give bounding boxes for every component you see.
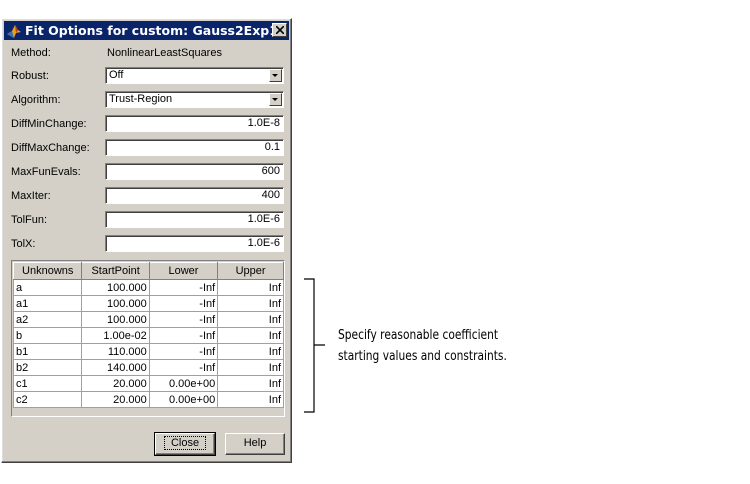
coefficient-table: Unknowns StartPoint Lower Upper a 100.00… [11,260,285,417]
annotation-line-2: starting values and constraints. [338,349,507,364]
title-bar[interactable]: Fit Options for custom: Gauss2Exp1 [4,21,289,40]
unknown-cell: b1 [12,343,83,360]
close-window-button[interactable] [272,23,287,37]
unknown-cell: a [12,279,83,296]
robust-label: Robust: [11,70,49,82]
startpoint-cell[interactable]: 20.000 [81,391,150,408]
table-row: b 1.00e-02 -Inf Inf [12,327,284,344]
close-button[interactable]: Close [154,432,216,456]
upper-cell[interactable]: Inf [217,327,284,344]
column-header-lower[interactable]: Lower [148,262,219,280]
unknown-cell: b [12,327,83,344]
unknown-cell: b2 [12,359,83,376]
startpoint-cell[interactable]: 110.000 [81,343,150,360]
unknown-cell: c1 [12,375,83,392]
matlab-logo-icon [7,25,21,38]
unknown-cell: a2 [12,311,83,328]
diffmaxchange-label: DiffMaxChange: [11,142,90,154]
upper-cell[interactable]: Inf [217,391,284,408]
upper-cell[interactable]: Inf [217,375,284,392]
lower-cell[interactable]: -Inf [148,311,219,328]
column-header-unknowns[interactable]: Unknowns [12,262,83,280]
close-button-label: Close [163,436,207,450]
algorithm-select[interactable]: Trust-Region [105,91,284,108]
startpoint-cell[interactable]: 100.000 [81,311,150,328]
algorithm-selected-value: Trust-Region [109,93,173,105]
upper-cell[interactable]: Inf [217,295,284,312]
lower-cell[interactable]: 0.00e+00 [148,391,219,408]
tolfun-field[interactable]: 1.0E-6 [105,211,284,228]
maxfunevals-label: MaxFunEvals: [11,166,81,178]
lower-cell[interactable]: -Inf [148,327,219,344]
tolx-field[interactable]: 1.0E-6 [105,235,284,252]
help-button[interactable]: Help [225,433,285,455]
robust-selected-value: Off [109,69,124,81]
table-row: b1 110.000 -Inf Inf [12,343,284,360]
close-icon [276,26,284,34]
upper-cell[interactable]: Inf [217,343,284,360]
diffminchange-field[interactable]: 1.0E-8 [105,115,284,132]
table-row: b2 140.000 -Inf Inf [12,359,284,376]
help-button-label: Help [243,437,267,449]
robust-select[interactable]: Off [105,67,284,84]
lower-cell[interactable]: -Inf [148,359,219,376]
startpoint-cell[interactable]: 20.000 [81,375,150,392]
diffmaxchange-value: 0.1 [264,141,280,153]
upper-cell[interactable]: Inf [217,279,284,296]
unknown-cell: a1 [12,295,83,312]
maxfunevals-field[interactable]: 600 [105,163,284,180]
lower-cell[interactable]: -Inf [148,295,219,312]
maxiter-field[interactable]: 400 [105,187,284,204]
upper-cell[interactable]: Inf [217,359,284,376]
diffmaxchange-field[interactable]: 0.1 [105,139,284,156]
annotation-text: Specify reasonable coefficient starting … [338,325,507,367]
diffminchange-label: DiffMinChange: [11,118,87,130]
unknown-cell: c2 [12,391,83,408]
maxfunevals-value: 600 [261,165,280,177]
tolfun-label: TolFun: [11,214,48,226]
lower-cell[interactable]: -Inf [148,279,219,296]
upper-cell[interactable]: Inf [217,311,284,328]
startpoint-cell[interactable]: 100.000 [81,295,150,312]
table-row: a 100.000 -Inf Inf [12,279,284,296]
maxiter-value: 400 [261,189,280,201]
method-value: NonlinearLeastSquares [107,47,222,59]
annotation-bracket [304,278,325,413]
table-row: c1 20.000 0.00e+00 Inf [12,375,284,392]
startpoint-cell[interactable]: 100.000 [81,279,150,296]
dropdown-arrow-icon[interactable] [269,93,282,106]
tolx-value: 1.0E-6 [247,237,280,249]
startpoint-cell[interactable]: 140.000 [81,359,150,376]
lower-cell[interactable]: 0.00e+00 [148,375,219,392]
annotation-line-1: Specify reasonable coefficient [338,328,499,343]
maxiter-label: MaxIter: [11,190,51,202]
fit-options-dialog: Fit Options for custom: Gauss2Exp1 Metho… [1,18,292,463]
tolx-label: TolX: [11,238,36,250]
table-row: c2 20.000 0.00e+00 Inf [12,391,284,408]
window-title: Fit Options for custom: Gauss2Exp1 [25,23,278,38]
startpoint-cell[interactable]: 1.00e-02 [81,327,150,344]
diffminchange-value: 1.0E-8 [247,117,280,129]
lower-cell[interactable]: -Inf [148,343,219,360]
tolfun-value: 1.0E-6 [247,213,280,225]
algorithm-label: Algorithm: [11,94,61,106]
method-label: Method: [11,47,51,59]
column-header-startpoint[interactable]: StartPoint [81,262,150,280]
table-row: a2 100.000 -Inf Inf [12,311,284,328]
table-row: a1 100.000 -Inf Inf [12,295,284,312]
table-header-row: Unknowns StartPoint Lower Upper [12,262,284,280]
dropdown-arrow-icon[interactable] [269,69,282,82]
column-header-upper[interactable]: Upper [217,262,284,280]
